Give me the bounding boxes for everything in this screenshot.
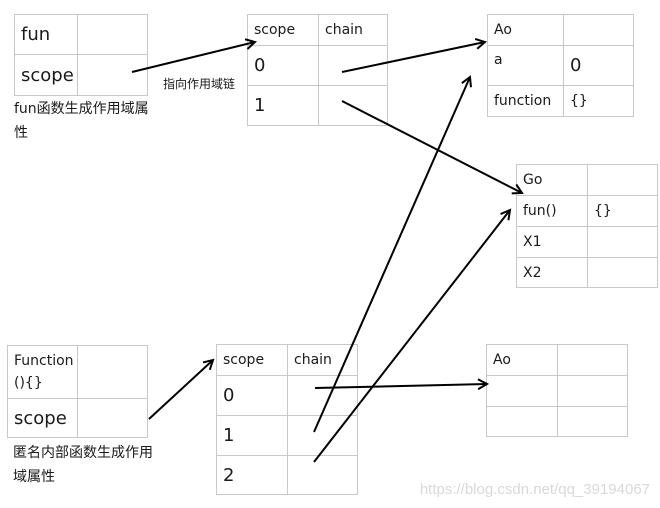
arrow-scope-chain-1-to-go: [341, 100, 522, 193]
watermark: https://blog.csdn.net/qq_39194067: [419, 481, 650, 498]
arrow-bottom-scope-0-to-ao-bottom: [314, 384, 487, 388]
arrow-bottom-scope-2-to-go-fun: [313, 210, 510, 463]
arrow-anon-scope-to-scope-chain: [148, 360, 213, 420]
arrow-fun-scope-to-scope-chain: [131, 42, 255, 73]
arrow-bottom-scope-1-to-ao: [313, 77, 470, 433]
arrow-scope-chain-0-to-ao: [341, 42, 485, 73]
arrows-layer: [131, 0, 660, 463]
